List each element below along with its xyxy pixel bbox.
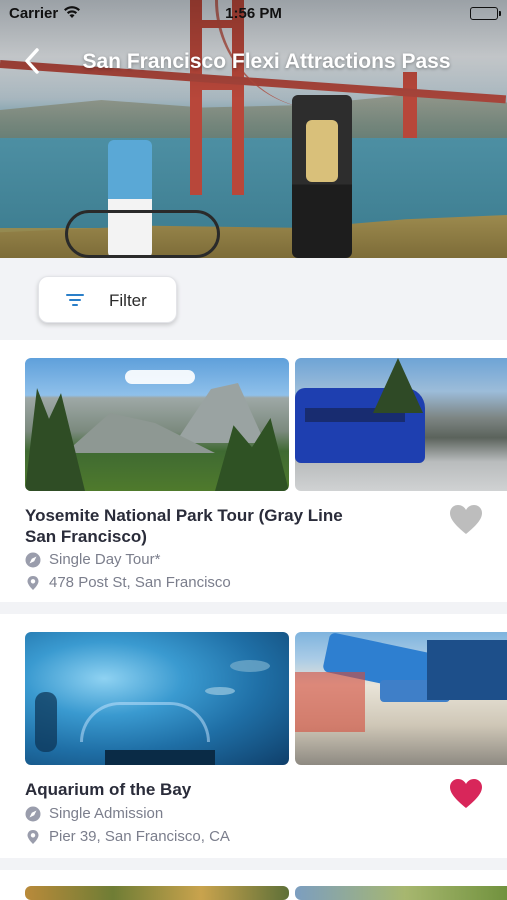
page-title: San Francisco Flexi Attractions Pass <box>82 50 451 73</box>
card-image-carousel[interactable] <box>25 358 507 491</box>
attraction-address-label: Pier 39, San Francisco, CA <box>49 828 230 845</box>
aquarium-tunnel-image <box>25 632 289 765</box>
clock: 1:56 PM <box>225 5 282 22</box>
location-pin-icon <box>25 829 41 845</box>
attraction-name[interactable]: Yosemite National Park Tour (Gray Line S… <box>25 505 375 547</box>
heart-icon[interactable] <box>449 778 483 810</box>
attraction-card[interactable]: Aquarium of the Bay Single Admission Pie… <box>0 614 507 858</box>
attraction-address: Pier 39, San Francisco, CA <box>25 828 230 845</box>
attraction-card[interactable] <box>0 870 507 900</box>
attraction-type-label: Single Day Tour* <box>49 551 161 568</box>
attraction-address-label: 478 Post St, San Francisco <box>49 574 231 591</box>
location-pin-icon <box>25 575 41 591</box>
attraction-name[interactable]: Aquarium of the Bay <box>25 779 375 800</box>
aquarium-entrance-image <box>295 632 507 765</box>
attraction-image <box>25 886 289 900</box>
filter-bar: Filter <box>0 258 507 340</box>
compass-icon <box>25 806 41 822</box>
yosemite-image <box>25 358 289 491</box>
hero-image <box>0 0 507 258</box>
attraction-type: Single Day Tour* <box>25 551 160 568</box>
filter-label: Filter <box>109 291 147 310</box>
attraction-card[interactable]: Yosemite National Park Tour (Gray Line S… <box>0 340 507 602</box>
filter-icon <box>66 294 84 306</box>
backpack <box>306 120 338 182</box>
attraction-image <box>295 886 507 900</box>
compass-icon <box>25 552 41 568</box>
attraction-address: 478 Post St, San Francisco <box>25 574 231 591</box>
tour-bus-image <box>295 358 507 491</box>
status-bar: Carrier 1:56 PM <box>0 0 507 28</box>
filter-button[interactable]: Filter <box>38 276 177 323</box>
heart-icon[interactable] <box>449 504 483 536</box>
bike-left <box>65 210 220 258</box>
card-image-carousel[interactable] <box>25 886 507 900</box>
card-image-carousel[interactable] <box>25 632 507 765</box>
attraction-type-label: Single Admission <box>49 805 164 822</box>
battery-icon <box>470 7 501 20</box>
nav-bar: San Francisco Flexi Attractions Pass <box>0 40 507 84</box>
attraction-type: Single Admission <box>25 805 163 822</box>
